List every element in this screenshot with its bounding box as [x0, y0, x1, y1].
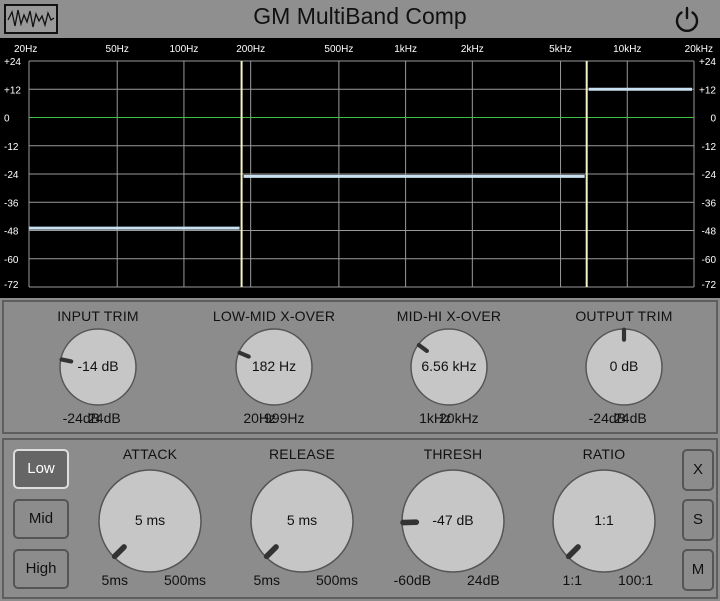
- knob-max-label: 24dB: [467, 572, 500, 588]
- db-tick-label-left: -24: [4, 170, 19, 181]
- knob-value: -47 dB: [432, 512, 474, 528]
- db-tick-label-left: +24: [4, 57, 21, 68]
- knob-min-label: 1:1: [562, 572, 582, 588]
- knob-max-label: 24dB: [614, 410, 647, 426]
- db-tick-label-right: 0: [710, 114, 716, 125]
- knob-max-label: 999Hz: [264, 410, 305, 426]
- freq-tick-label: 1kHz: [394, 44, 417, 55]
- db-tick-label-right: -36: [702, 198, 717, 209]
- bypass-button[interactable]: X: [682, 449, 714, 491]
- db-tick-label-left: -12: [4, 142, 19, 153]
- band-button-high[interactable]: High: [13, 549, 69, 589]
- db-tick-label-right: -24: [702, 170, 717, 181]
- knob-min-label: 5ms: [253, 572, 280, 588]
- knob-value: -14 dB: [77, 358, 119, 374]
- db-tick-label-right: +24: [699, 57, 716, 68]
- knob-max-label: 20kHz: [439, 410, 479, 426]
- freq-tick-label: 500Hz: [324, 44, 353, 55]
- knob-value: 5 ms: [286, 512, 318, 528]
- db-tick-label-right: +12: [699, 85, 716, 96]
- db-tick-label-left: +12: [4, 85, 21, 96]
- knob-max-label: 24dB: [88, 410, 121, 426]
- knob-label: LOW-MID X-OVER: [212, 308, 336, 324]
- mute-button[interactable]: M: [682, 549, 714, 591]
- band-button-mid[interactable]: Mid: [13, 499, 69, 539]
- power-icon[interactable]: [672, 4, 702, 34]
- knob-max-label: 100:1: [618, 572, 654, 588]
- db-tick-label-right: -72: [702, 280, 717, 291]
- db-tick-label-right: -12: [702, 142, 717, 153]
- db-tick-label-left: -60: [4, 255, 19, 266]
- knob-label: RATIO: [582, 446, 626, 462]
- app-title: GM MultiBand Comp: [253, 3, 467, 29]
- freq-tick-label: 5kHz: [549, 44, 572, 55]
- freq-tick-label: 50Hz: [106, 44, 129, 55]
- db-tick-label-left: 0: [4, 114, 10, 125]
- freq-tick-label: 2kHz: [461, 44, 484, 55]
- freq-tick-label: 20kHz: [685, 44, 713, 55]
- header-bar: GM MultiBand Comp: [0, 0, 720, 38]
- freq-tick-label: 200Hz: [236, 44, 265, 55]
- db-tick-label-left: -48: [4, 227, 19, 238]
- band-controls-panel: Low Mid High 5 ms ATTACK 5ms 500ms 5 ms RELEASE…: [2, 438, 718, 599]
- solo-button[interactable]: S: [682, 499, 714, 541]
- frequency-response-display[interactable]: 20Hz 50Hz 100Hz 200Hz 500Hz 1kHz 2kHz 5kHz 10kHz…: [0, 38, 720, 298]
- db-tick-label-left: -72: [4, 280, 19, 291]
- knob-max-label: 500ms: [164, 572, 207, 588]
- db-tick-label-right: -48: [702, 227, 717, 238]
- db-tick-label-left: -36: [4, 198, 19, 209]
- knob-label: INPUT TRIM: [57, 308, 139, 324]
- knob-value: 182 Hz: [251, 358, 297, 374]
- knob-label: MID-HI X-OVER: [396, 308, 502, 324]
- knob-min-label: 5ms: [101, 572, 128, 588]
- knob-min-label: -60dB: [393, 572, 431, 588]
- freq-tick-label: 10kHz: [613, 44, 641, 55]
- knob-label: OUTPUT TRIM: [575, 308, 673, 324]
- global-controls-panel: -14 dB INPUT TRIM -24dB 24dB 182 Hz LOW-MID X…: [2, 300, 718, 434]
- knob-value: 5 ms: [134, 512, 166, 528]
- knob-value: 6.56 kHz: [421, 358, 477, 374]
- freq-tick-label: 100Hz: [169, 44, 198, 55]
- response-graph: 20Hz 50Hz 100Hz 200Hz 500Hz 1kHz 2kHz 5kHz 10kHz…: [4, 44, 717, 291]
- knob-value: 0 dB: [609, 358, 639, 374]
- knob-max-label: 500ms: [316, 572, 359, 588]
- db-tick-label-right: -60: [702, 255, 717, 266]
- knob-value: 1:1: [594, 512, 614, 528]
- freq-tick-label: 20Hz: [14, 44, 37, 55]
